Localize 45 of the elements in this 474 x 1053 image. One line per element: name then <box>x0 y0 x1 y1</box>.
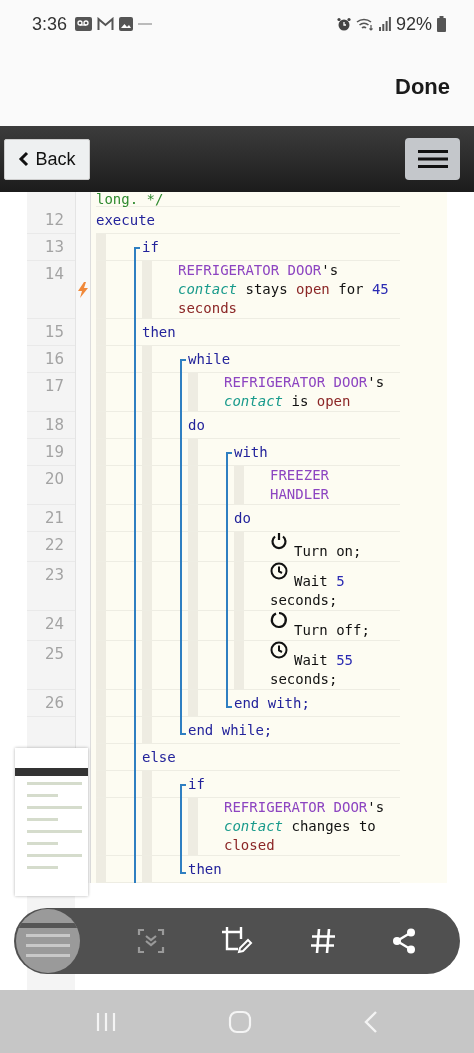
power-icon <box>270 532 288 550</box>
wifi-icon <box>355 17 374 31</box>
back-button[interactable]: Back <box>4 138 90 180</box>
battery-icon <box>437 16 446 32</box>
code-line: end with; <box>234 694 310 711</box>
done-button[interactable]: Done <box>391 70 454 104</box>
clock-icon <box>270 641 288 659</box>
status-time: 3:36 <box>32 13 68 35</box>
hashtag-icon[interactable] <box>309 928 336 954</box>
code-line: Turn on; <box>294 543 362 559</box>
code-line: execute <box>96 211 155 228</box>
menu-button[interactable] <box>405 138 460 180</box>
code-line: FREEZER HANDLER <box>270 467 329 502</box>
clock-icon <box>270 562 288 580</box>
scroll-capture-icon[interactable] <box>136 927 165 955</box>
code-line: while <box>188 350 231 367</box>
code-line: Wait 55 seconds; <box>270 652 353 687</box>
code-line: if <box>142 238 159 255</box>
code-line: Wait 5 seconds; <box>270 573 345 608</box>
code-line: do <box>234 509 251 526</box>
screenshot-thumbnail[interactable] <box>15 748 88 896</box>
share-icon[interactable] <box>392 928 416 954</box>
code-line: long. */ <box>96 192 164 207</box>
signal-icon <box>378 17 391 31</box>
code-line: Turn off; <box>294 622 370 638</box>
code-line: with <box>234 443 268 460</box>
voicemail-icon <box>75 17 93 31</box>
alarm-icon <box>336 17 351 31</box>
code-line: end while; <box>188 721 273 738</box>
menu-icon <box>417 149 448 169</box>
code-line: REFRIGERATOR DOOR's contact is open <box>224 374 385 409</box>
mail-icon <box>97 17 115 31</box>
lightning-icon <box>78 282 88 298</box>
code-line: do <box>188 416 205 433</box>
screenshot-thumbnail[interactable] <box>16 909 80 973</box>
code-line: REFRIGERATOR DOOR's contact changes to closed <box>224 799 385 853</box>
image-icon <box>119 17 134 31</box>
chevron-left-icon <box>18 151 30 167</box>
code-line: then <box>142 323 176 340</box>
code-line: REFRIGERATOR DOOR's contact stays open for 45 seconds <box>178 262 389 316</box>
code-line: if <box>188 775 205 792</box>
code-line: else <box>142 748 176 765</box>
code-line: then <box>188 860 222 877</box>
crop-edit-icon[interactable] <box>221 926 253 956</box>
battery-percent: 92% <box>395 13 432 35</box>
